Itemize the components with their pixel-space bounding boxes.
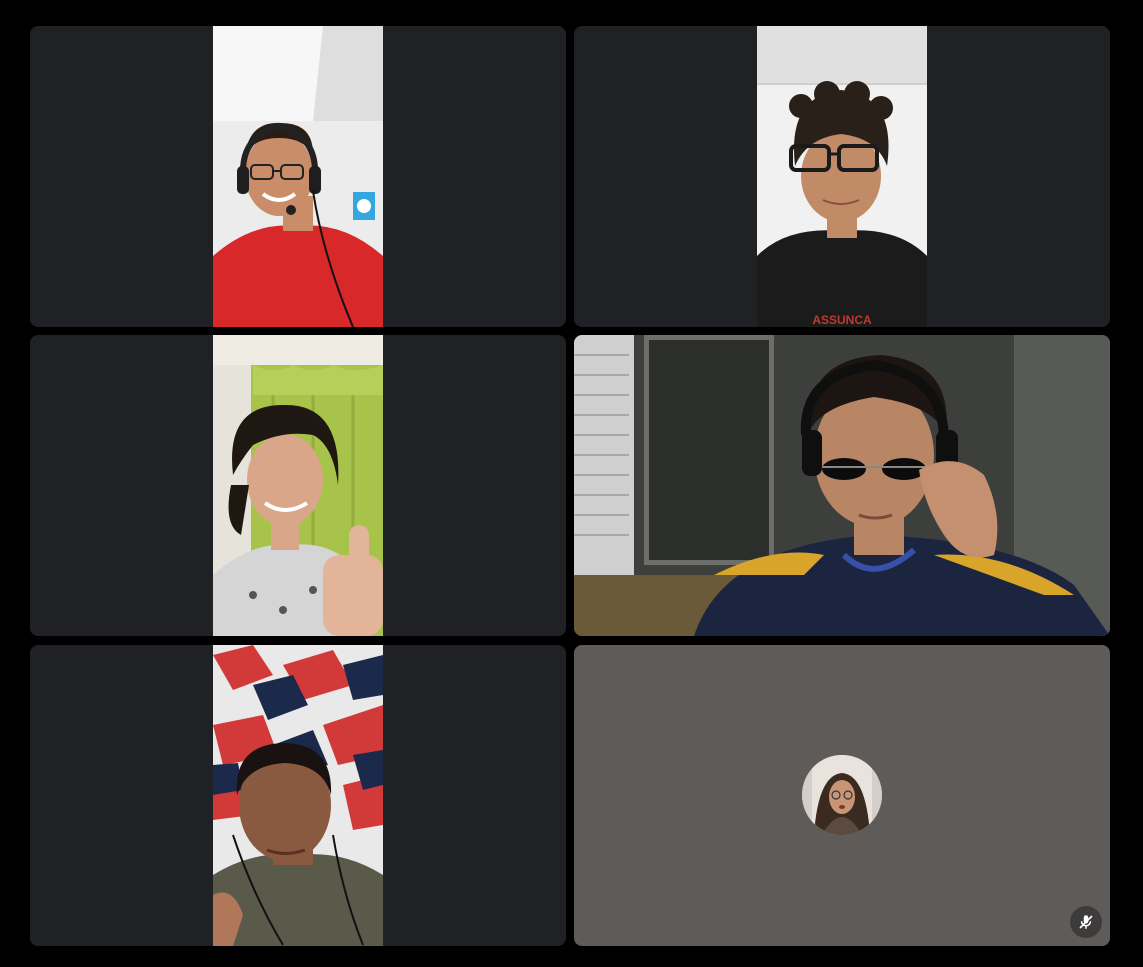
svg-text:ASSUNCA: ASSUNCA (812, 313, 872, 327)
participant-video (213, 26, 383, 327)
participant-tile[interactable] (30, 645, 566, 946)
participant-tile[interactable] (574, 645, 1110, 946)
participant-tile[interactable]: ASSUNCA (574, 26, 1110, 327)
participant-tile[interactable] (30, 26, 566, 327)
mic-off-icon (1070, 906, 1102, 938)
participant-video: ASSUNCA (757, 26, 927, 327)
participant-video (574, 335, 1110, 636)
participant-video (213, 645, 383, 946)
participant-grid: ASSUNCA (30, 26, 1110, 946)
participant-tile[interactable] (30, 335, 566, 636)
participant-tile[interactable] (574, 335, 1110, 636)
participant-video (213, 335, 383, 636)
participant-avatar (802, 755, 882, 835)
